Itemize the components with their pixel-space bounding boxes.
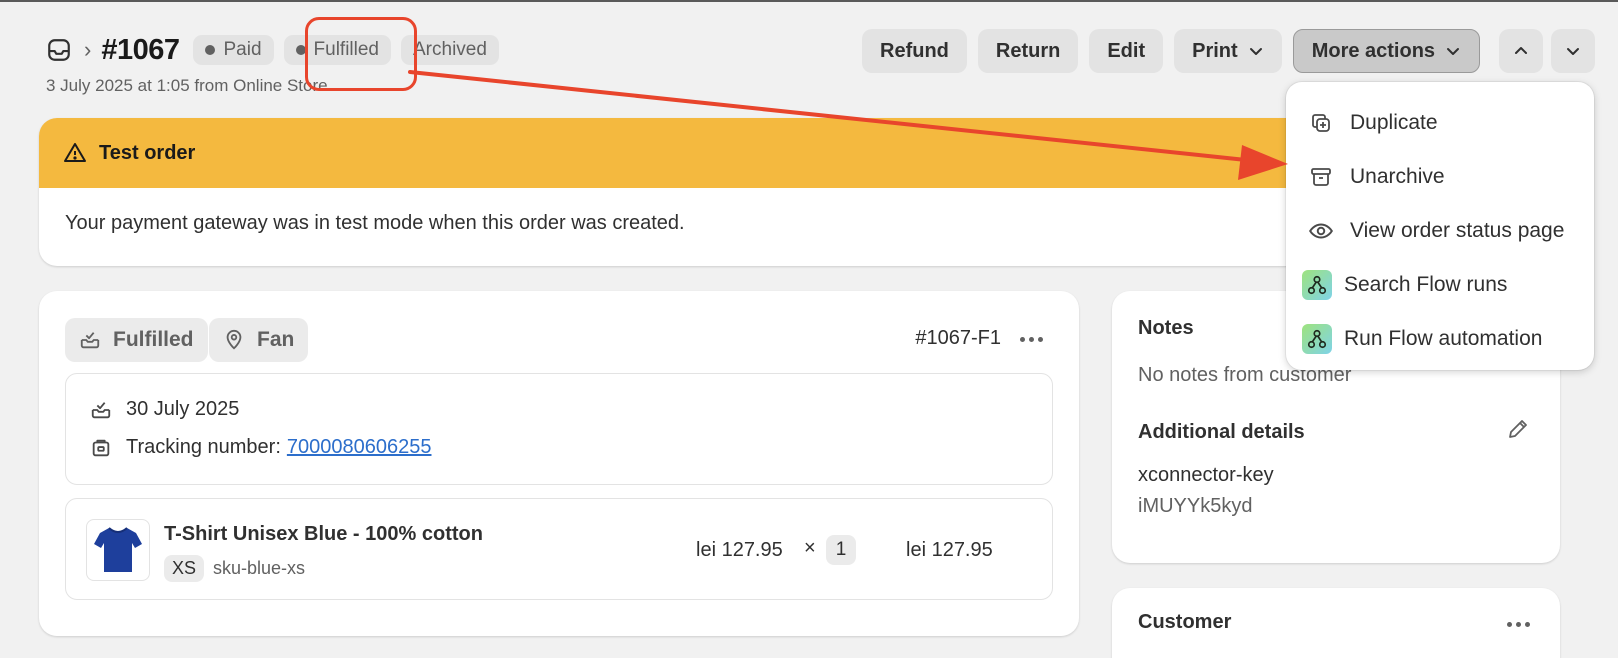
product-title[interactable]: T-Shirt Unisex Blue - 100% cotton [164,523,483,546]
banner-title: Test order [99,141,196,164]
annotation-highlight-box [305,17,417,91]
chevron-down-icon [1249,48,1262,55]
warning-icon [63,141,87,165]
refund-button[interactable]: Refund [862,29,967,73]
order-subtitle: 3 July 2025 at 1:05 from Online Store [46,76,328,95]
product-sku: sku-blue-xs [213,558,306,578]
additional-detail-key: xconnector-key [1138,464,1274,486]
menu-item-label: Run Flow automation [1344,327,1543,350]
archive-box-icon [1308,164,1334,190]
return-button[interactable]: Return [977,29,1079,73]
badge-label: Archived [413,39,487,60]
product-thumbnail[interactable] [86,519,150,581]
print-button[interactable]: Print [1174,29,1282,73]
more-actions-button[interactable]: More actions [1292,29,1481,73]
menu-item-search-flow-runs[interactable]: Search Flow runs [1286,258,1594,312]
action-bar: Refund Return Edit Print More actions [862,29,1603,73]
fulfillment-id: #1067-F1 [915,327,1001,349]
more-actions-menu: Duplicate Unarchive View order status pa… [1286,82,1594,370]
orders-inbox-icon[interactable] [46,37,72,63]
menu-item-label: Search Flow runs [1344,273,1508,296]
pill-label: Fulfilled [113,328,194,351]
customer-card: Customer [1112,588,1560,658]
menu-item-label: Unarchive [1350,165,1445,188]
menu-item-duplicate[interactable]: Duplicate [1286,96,1594,150]
tshirt-icon [94,527,142,572]
location-pill: Fan [209,318,309,362]
print-label: Print [1192,39,1238,62]
eye-icon [1308,218,1334,244]
tracking-label: Tracking number: [126,436,281,458]
tracking-number-row: Tracking number: 7000080606255 [90,436,431,459]
quantity-badge: 1 [826,535,856,565]
line-item: T-Shirt Unisex Blue - 100% cotton XS sku… [65,498,1053,600]
product-variant: XS sku-blue-xs [164,555,305,582]
pill-label: Fan [257,328,295,351]
chevron-up-icon [1515,47,1528,54]
status-badge-paid: Paid [193,35,274,65]
badge-label: Paid [223,39,262,60]
flow-icon [1302,270,1332,300]
page-title: #1067 [101,33,180,66]
chevron-down-icon [1567,48,1580,55]
line-total: lei 127.95 [906,539,993,561]
unit-price: lei 127.95 [696,539,783,561]
menu-item-label: View order status page [1350,219,1565,242]
fulfillment-date: 30 July 2025 [126,398,240,420]
size-tag: XS [164,555,205,582]
page-header: › #1067 Paid Fulfilled Archived [46,32,509,68]
flow-icon [1302,324,1332,354]
more-actions-label: More actions [1311,39,1436,62]
next-order-button[interactable] [1551,29,1596,73]
additional-detail-value: iMUYYk5kyd [1138,495,1253,517]
previous-order-button[interactable] [1499,29,1544,73]
times-symbol: × [804,537,816,559]
fulfilled-box-icon [80,332,100,349]
package-icon [92,439,110,456]
tracking-box: 30 July 2025 Tracking number: 7000080606… [65,373,1053,485]
customer-title: Customer [1138,611,1232,633]
fulfillment-date-row: 30 July 2025 [90,398,239,421]
duplicate-icon [1308,110,1334,136]
fulfilled-status-pill: Fulfilled [65,318,208,362]
menu-item-label: Duplicate [1350,111,1438,134]
fulfilled-box-icon [91,401,111,418]
additional-details-title: Additional details [1138,421,1305,443]
status-dot-icon [205,45,216,55]
menu-item-unarchive[interactable]: Unarchive [1286,150,1594,204]
fulfillment-card: Fulfilled Fan #1067-F1 30 July 2025 Trac… [39,291,1079,636]
menu-item-view-order-status[interactable]: View order status page [1286,204,1594,258]
menu-item-run-flow-automation[interactable]: Run Flow automation [1286,312,1594,366]
edit-button[interactable]: Edit [1089,29,1164,73]
chevron-down-icon [1447,48,1460,55]
more-options-icon[interactable] [1507,622,1530,627]
more-options-icon[interactable] [1020,337,1043,342]
breadcrumb-chevron-icon: › [84,37,92,62]
tracking-number-link[interactable]: 7000080606255 [287,436,432,459]
edit-pencil-icon[interactable] [1506,417,1530,441]
notes-title: Notes [1138,317,1194,339]
location-pin-icon [226,329,242,350]
